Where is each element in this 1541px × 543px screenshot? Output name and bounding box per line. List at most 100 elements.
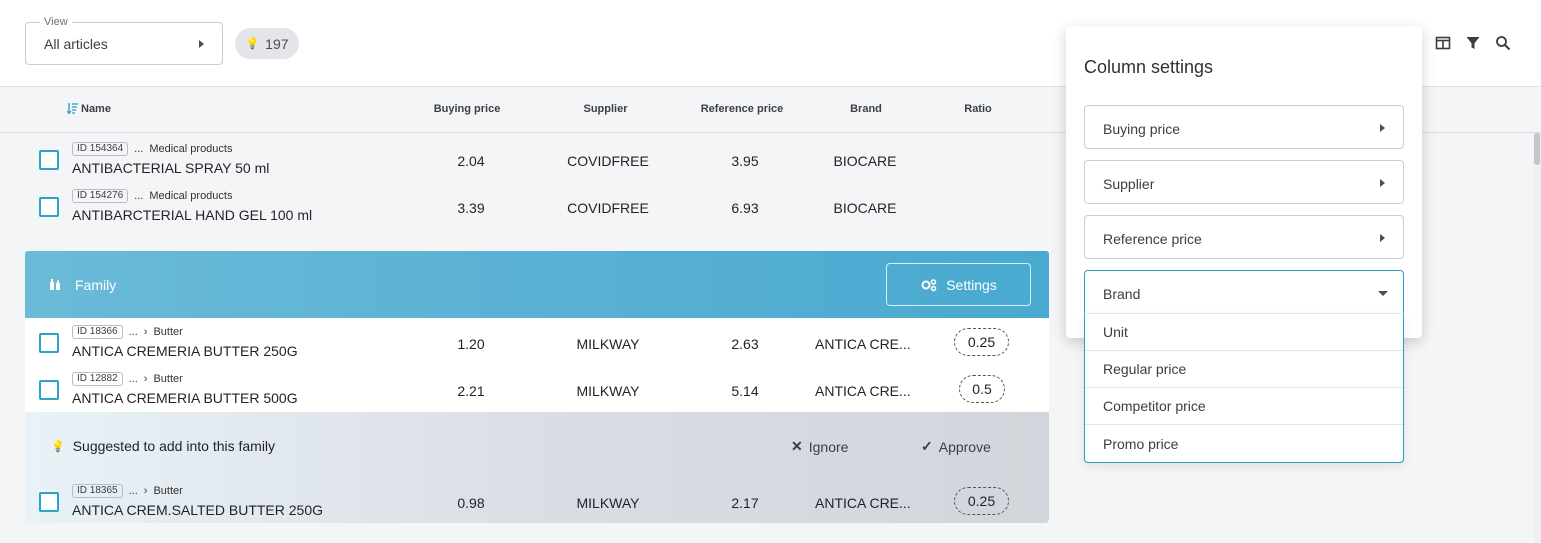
row-reference-price: 2.17 (731, 495, 759, 511)
row-checkbox[interactable] (39, 150, 59, 170)
row-ratio[interactable]: 0.5 (959, 375, 1005, 403)
column-field-label: Reference price (1103, 231, 1202, 247)
suggestion-message: 💡 Suggested to add into this family (51, 438, 275, 454)
scrollbar[interactable] (1533, 133, 1541, 543)
caret-down-icon (1378, 291, 1388, 296)
row-checkbox[interactable] (39, 197, 59, 217)
family-settings-button[interactable]: Settings (886, 263, 1031, 306)
column-field-buying-price[interactable]: Buying price (1084, 105, 1404, 149)
row-category: Medical products (149, 190, 233, 202)
option-promo-price[interactable]: Promo price (1085, 425, 1403, 462)
caret-right-icon (1380, 179, 1385, 187)
option-regular-price[interactable]: Regular price (1085, 351, 1403, 388)
row-category: Butter (153, 485, 183, 497)
column-header-reference-price[interactable]: Reference price (692, 103, 792, 115)
close-icon: ✕ (791, 438, 803, 454)
row-brand: ANTICA CRE... (815, 495, 911, 511)
row-supplier: MILKWAY (576, 383, 640, 399)
row-name: ANTIBARCTERIAL HAND GEL 100 ml (72, 207, 313, 223)
row-meta: ID 18366 ... › Butter (72, 325, 183, 339)
row-reference-price: 2.63 (731, 336, 759, 352)
option-competitor-price[interactable]: Competitor price (1085, 388, 1403, 425)
scroll-thumb[interactable] (1534, 133, 1540, 165)
table-row[interactable]: ID 154364 ... Medical products ANTIBACTE… (25, 135, 1049, 182)
row-supplier: MILKWAY (576, 495, 640, 511)
row-name: ANTICA CREM.SALTED BUTTER 250G (72, 502, 324, 518)
column-field-label: Buying price (1103, 121, 1181, 137)
caret-right-icon (1380, 124, 1385, 132)
panel-title: Column settings (1084, 57, 1214, 77)
row-category: Butter (153, 373, 183, 385)
row-meta: ID 18365 ... › Butter (72, 484, 183, 498)
view-select-label: View (40, 16, 72, 28)
column-header-name[interactable]: Name (81, 103, 111, 115)
lightbulb-icon: 💡 (51, 440, 65, 453)
row-buying-price: 2.21 (457, 383, 485, 399)
row-reference-price: 6.93 (731, 200, 759, 216)
chevron-right-icon: › (143, 373, 148, 385)
suggestion-count: 197 (265, 35, 289, 52)
row-id: ID 18365 (72, 484, 123, 498)
row-path: ... (134, 143, 144, 155)
column-field-brand[interactable]: Brand (1084, 270, 1404, 314)
row-checkbox[interactable] (39, 333, 59, 353)
lightbulb-icon: 💡 (245, 38, 260, 50)
row-name: ANTIBACTERIAL SPRAY 50 ml (72, 160, 270, 176)
table-row[interactable]: ID 154276 ... Medical products ANTIBARCT… (25, 182, 1049, 229)
row-id: ID 154364 (72, 142, 129, 156)
row-name: ANTICA CREMERIA BUTTER 500G (72, 390, 298, 406)
row-meta: ID 154364 ... Medical products (72, 142, 232, 156)
suggestion-count-chip[interactable]: 💡 197 (235, 28, 299, 59)
column-header-supplier[interactable]: Supplier (558, 103, 653, 115)
table-row[interactable]: ID 12882 ... › Butter ANTICA CREMERIA BU… (25, 365, 1049, 412)
row-path: ... (128, 485, 138, 497)
ignore-button[interactable]: ✕ Ignore (791, 438, 848, 455)
row-supplier: COVIDFREE (567, 153, 649, 169)
approve-label: Approve (938, 438, 991, 455)
row-supplier: MILKWAY (576, 336, 640, 352)
sort-icon[interactable] (67, 102, 79, 114)
row-supplier: COVIDFREE (567, 200, 649, 216)
row-buying-price: 2.04 (457, 153, 485, 169)
row-buying-price: 0.98 (457, 495, 485, 511)
chevron-right-icon: › (143, 326, 148, 338)
column-field-label: Brand (1103, 286, 1141, 302)
row-path: ... (128, 326, 138, 338)
row-id: ID 12882 (72, 372, 123, 386)
row-checkbox[interactable] (39, 380, 59, 400)
row-brand: BIOCARE (833, 200, 897, 216)
row-name: ANTICA CREMERIA BUTTER 250G (72, 343, 298, 359)
row-checkbox[interactable] (39, 492, 59, 512)
gears-icon (921, 278, 937, 291)
view-select[interactable]: View All articles (25, 16, 223, 65)
row-id: ID 154276 (72, 189, 129, 203)
row-id: ID 18366 (72, 325, 123, 339)
column-settings-panel: Column settings Buying price Supplier Re… (1066, 26, 1422, 338)
row-buying-price: 1.20 (457, 336, 485, 352)
table-row[interactable]: ID 18366 ... › Butter ANTICA CREMERIA BU… (25, 318, 1049, 365)
approve-button[interactable]: ✓ Approve (921, 438, 991, 455)
filter-icon[interactable] (1465, 35, 1481, 51)
table-row[interactable]: ID 18365 ... › Butter ANTICA CREM.SALTED… (25, 477, 1049, 524)
row-ratio[interactable]: 0.25 (954, 487, 1009, 515)
family-header: Family Settings (25, 251, 1049, 318)
column-field-supplier[interactable]: Supplier (1084, 160, 1404, 204)
suggestion-text: Suggested to add into this family (72, 438, 276, 454)
row-ratio[interactable]: 0.25 (954, 328, 1009, 356)
family-label: Family (75, 277, 117, 293)
option-unit[interactable]: Unit (1085, 314, 1403, 351)
check-icon: ✓ (921, 438, 933, 454)
column-header-ratio[interactable]: Ratio (948, 103, 1008, 115)
caret-right-icon (1380, 234, 1385, 242)
columns-icon[interactable] (1435, 35, 1451, 51)
column-field-reference-price[interactable]: Reference price (1084, 215, 1404, 259)
ignore-label: Ignore (808, 438, 849, 455)
search-icon[interactable] (1495, 35, 1511, 51)
column-header-brand[interactable]: Brand (826, 103, 906, 115)
column-header-buying-price[interactable]: Buying price (427, 103, 507, 115)
toolbar-icons (1435, 35, 1511, 51)
row-brand: BIOCARE (833, 153, 897, 169)
row-reference-price: 5.14 (731, 383, 759, 399)
column-field-label: Supplier (1103, 176, 1155, 192)
row-meta: ID 12882 ... › Butter (72, 372, 183, 386)
